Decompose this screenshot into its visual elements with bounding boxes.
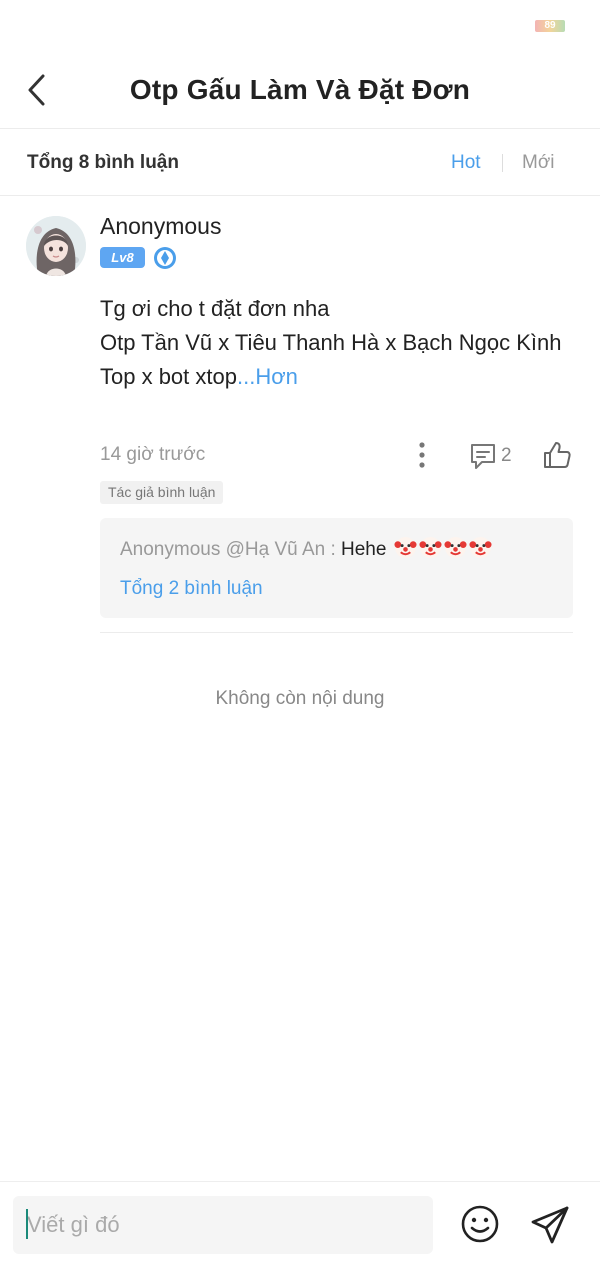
sort-new-tab[interactable]: Mới	[522, 152, 555, 174]
comment-input[interactable]	[13, 1196, 433, 1254]
comment-content: Tg ơi cho t đặt đơn nha Otp Tần Vũ x Tiê…	[100, 292, 570, 394]
comment-input-bar	[0, 1181, 600, 1267]
thumbs-up-icon[interactable]	[541, 439, 573, 471]
reply-comment-icon[interactable]	[468, 441, 498, 471]
content-line: Top x bot xtop...Hơn	[100, 360, 570, 394]
sort-hot-tab[interactable]: Hot	[451, 152, 481, 174]
clown-face-icon	[469, 536, 492, 559]
author-tag: Tác giả bình luận	[100, 481, 224, 504]
comment-time: 14 giờ trước	[100, 444, 206, 465]
battery-level: 89	[544, 20, 556, 31]
view-replies-link[interactable]: Tổng 2 bình luận	[120, 578, 263, 600]
clown-face-icon	[419, 536, 442, 559]
send-icon[interactable]	[529, 1204, 571, 1246]
comment-total: Tổng 8 bình luận	[27, 152, 179, 173]
content-line-text: Top x bot xtop	[100, 364, 237, 389]
text-caret	[26, 1209, 28, 1239]
reply-preview-line: Anonymous @Hạ Vũ An : Hehe	[120, 536, 492, 561]
clown-face-icon	[394, 536, 417, 559]
reply-text: Hehe	[341, 539, 387, 560]
more-vertical-icon[interactable]	[410, 440, 434, 470]
end-of-content-label: Không còn nội dung	[215, 688, 385, 709]
username[interactable]: Anonymous	[100, 213, 221, 240]
status-bar: 89	[0, 0, 600, 50]
sort-separator	[502, 154, 503, 172]
comment-divider	[100, 632, 573, 633]
header: Otp Gấu Làm Và Đặt Đơn	[0, 50, 600, 128]
sort-bar: Tổng 8 bình luận Hot Mới	[0, 129, 600, 195]
content-line: Tg ơi cho t đặt đơn nha	[100, 296, 330, 321]
battery-icon: 89	[535, 20, 565, 32]
reply-author: Anonymous @Hạ Vũ An :	[120, 539, 342, 560]
smiley-icon[interactable]	[460, 1204, 500, 1244]
avatar[interactable]	[26, 216, 86, 276]
reply-count: 2	[501, 445, 512, 466]
avatar-image	[26, 216, 86, 276]
level-badge: Lv8	[100, 247, 145, 268]
rank-badge-icon	[154, 247, 176, 269]
clown-face-icon	[444, 536, 467, 559]
expand-more-link[interactable]: ...Hơn	[237, 364, 298, 389]
content-line: Otp Tần Vũ x Tiêu Thanh Hà x Bạch Ngọc K…	[100, 330, 562, 355]
page-title: Otp Gấu Làm Và Đặt Đơn	[129, 74, 471, 105]
replies-preview[interactable]: Anonymous @Hạ Vũ An : Hehe Tổng 2 bình l…	[100, 518, 573, 618]
sort-divider	[0, 195, 600, 196]
